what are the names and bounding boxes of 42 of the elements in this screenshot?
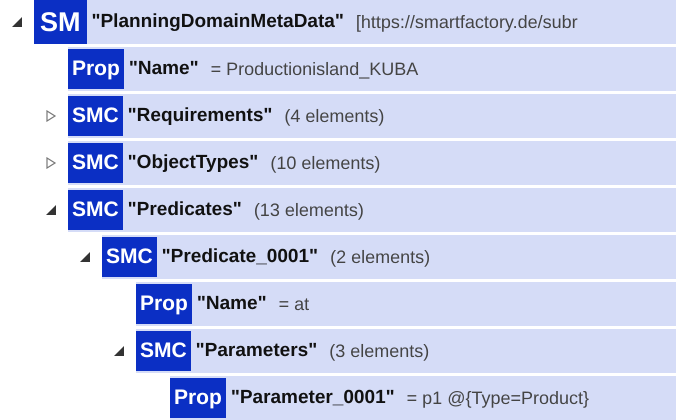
type-badge: SMC <box>136 331 191 371</box>
element-info: = at <box>278 292 310 316</box>
element-info: = Productionisland_KUBA <box>210 58 418 80</box>
type-badge: SMC <box>68 143 123 183</box>
type-badge: SM <box>34 0 86 44</box>
expanded-triangle-icon[interactable] <box>113 345 125 357</box>
tree-row[interactable]: Prop "Name" = at <box>136 282 676 326</box>
element-name: "Name" <box>128 56 199 81</box>
collapsed-triangle-icon[interactable] <box>45 157 57 169</box>
tree-row[interactable]: SMC "Parameters" (3 elements) <box>136 329 676 373</box>
expanded-triangle-icon[interactable] <box>45 204 57 216</box>
element-name: "Predicates" <box>128 198 242 222</box>
element-info: (3 elements) <box>329 340 430 363</box>
tree-row[interactable]: SMC "Requirements" (4 elements) <box>68 94 676 138</box>
element-name: "Name" <box>196 292 267 316</box>
collapsed-triangle-icon[interactable] <box>45 110 57 122</box>
element-info: (10 elements) <box>270 152 380 175</box>
expanded-triangle-icon[interactable] <box>79 251 91 263</box>
element-info: (4 elements) <box>284 104 384 128</box>
element-info: (2 elements) <box>330 246 430 269</box>
element-info: [https://smartfactory.de/subr <box>356 10 578 34</box>
element-name: "Predicate_0001" <box>162 244 318 269</box>
tree-row[interactable]: SM "PlanningDomainMetaData" [https://smartfactory.de/subr <box>34 0 676 44</box>
tree-row[interactable]: SMC "Predicates" (13 elements) <box>68 188 676 232</box>
tree-row[interactable]: SMC "ObjectTypes" (10 elements) <box>68 141 676 185</box>
element-name: "PlanningDomainMetaData" <box>92 10 344 34</box>
type-badge: Prop <box>136 284 192 324</box>
element-info: = p1 @{Type=Product} <box>406 386 590 410</box>
tree-row[interactable]: SMC "Predicate_0001" (2 elements) <box>102 235 676 279</box>
element-name: "Requirements" <box>128 104 272 128</box>
expanded-triangle-icon[interactable] <box>11 16 23 28</box>
tree-row[interactable]: Prop "Name" = Productionisland_KUBA <box>68 47 676 91</box>
type-badge: SMC <box>102 237 157 277</box>
type-badge: SMC <box>68 96 123 136</box>
element-name: "ObjectTypes" <box>128 150 258 175</box>
tree-row[interactable]: Prop "Parameter_0001" = p1 @{Type=Product} <box>170 376 676 420</box>
element-info: (13 elements) <box>254 198 364 222</box>
type-badge: Prop <box>170 378 226 418</box>
element-name: "Parameters" <box>196 338 318 363</box>
type-badge: Prop <box>68 49 124 89</box>
element-name: "Parameter_0001" <box>230 386 395 410</box>
type-badge: SMC <box>68 190 123 230</box>
